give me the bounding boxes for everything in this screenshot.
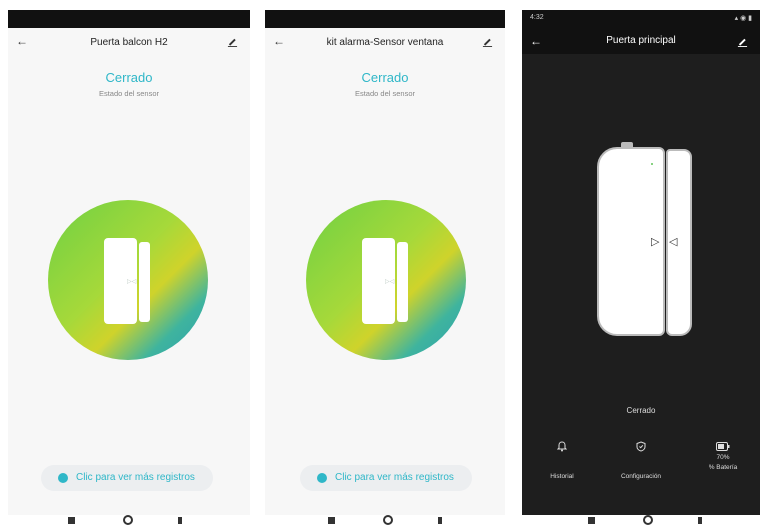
battery-status: 70% % Batería <box>688 438 758 471</box>
app-header: ← Puerta balcon H2 <box>8 28 250 58</box>
sensor-status-caption: Estado del sensor <box>354 89 416 98</box>
shield-icon <box>606 438 676 454</box>
status-bar-time: 4:32 <box>530 14 544 21</box>
bell-icon <box>527 438 597 454</box>
app-header: ← kit alarma-Sensor ventana <box>265 28 505 58</box>
page-title: kit alarma-Sensor ventana <box>326 37 444 48</box>
recents-icon[interactable] <box>588 517 595 524</box>
pencil-icon[interactable] <box>737 34 748 47</box>
status-bar <box>8 10 250 28</box>
android-nav-bar <box>328 515 448 525</box>
history-button[interactable]: Historial <box>527 438 597 480</box>
more-records-label: Clic para ver más registros <box>335 472 454 483</box>
app-header: ← Puerta principal <box>522 28 760 54</box>
more-records-button[interactable]: Clic para ver más registros <box>300 465 472 491</box>
pencil-icon[interactable] <box>482 34 493 47</box>
pencil-icon[interactable] <box>227 34 238 47</box>
sensor-status: Cerrado <box>361 70 409 85</box>
status-bar: 4:32 ▴ ◉ ▮ <box>522 10 760 28</box>
screen-sensor-ventana: ← kit alarma-Sensor ventana Cerrado Esta… <box>265 10 505 515</box>
screen-puerta-principal: 4:32 ▴ ◉ ▮ ← Puerta principal ▷ ◁ Cerrad… <box>522 10 760 515</box>
status-bar <box>265 10 505 28</box>
info-dot-icon <box>58 473 68 483</box>
android-nav-bar <box>68 515 188 525</box>
page-title: Puerta balcon H2 <box>90 37 168 48</box>
config-button[interactable]: Configuración <box>606 438 676 480</box>
sensor-status-caption: Estado del sensor <box>98 89 160 98</box>
door-sensor-icon: ▷◁ <box>362 238 408 324</box>
door-sensor-icon: ▷ ◁ <box>597 142 692 342</box>
bottom-actions: Historial Configuración 70% % Batería <box>522 438 760 483</box>
home-icon[interactable] <box>383 515 393 525</box>
recents-icon[interactable] <box>328 517 335 524</box>
sensor-status-circle: ▷◁ <box>48 200 208 360</box>
sensor-status-circle: ▷◁ <box>306 200 466 360</box>
back-icon[interactable] <box>438 517 442 524</box>
back-icon[interactable] <box>698 517 702 524</box>
more-records-button[interactable]: Clic para ver más registros <box>41 465 213 491</box>
recents-icon[interactable] <box>68 517 75 524</box>
battery-label: % Batería <box>708 464 738 471</box>
page-title: Puerta principal <box>606 35 676 46</box>
more-records-label: Clic para ver más registros <box>76 472 195 483</box>
history-label: Historial <box>550 473 574 480</box>
back-icon[interactable] <box>178 517 182 524</box>
home-icon[interactable] <box>643 515 653 525</box>
door-sensor-icon: ▷◁ <box>104 238 150 324</box>
signal-wifi-battery-icon: ▴ ◉ ▮ <box>734 15 752 22</box>
info-dot-icon <box>317 473 327 483</box>
android-nav-bar <box>588 515 708 525</box>
sensor-status: Cerrado <box>105 70 153 85</box>
sensor-status: Cerrado <box>626 406 656 415</box>
config-label: Configuración <box>620 473 662 480</box>
battery-icon <box>688 438 758 454</box>
battery-value: 70% <box>716 454 730 461</box>
screen-puerta-balcon: ← Puerta balcon H2 Cerrado Estado del se… <box>8 10 250 515</box>
home-icon[interactable] <box>123 515 133 525</box>
